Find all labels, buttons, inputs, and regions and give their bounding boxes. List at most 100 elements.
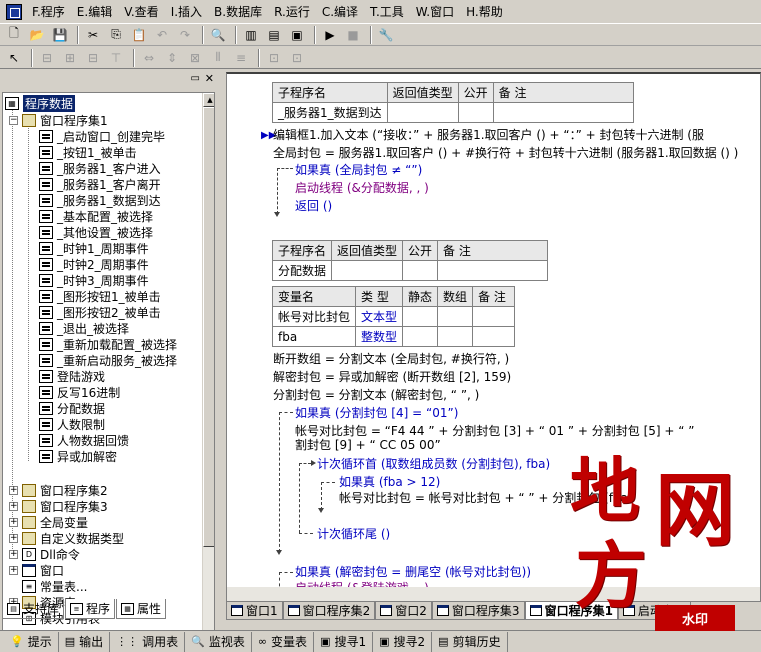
tree-window-set2[interactable]: + 窗口程序集2: [9, 482, 108, 498]
tree-subroutine-item[interactable]: 人物数据回馈: [39, 432, 129, 448]
file-tab-window1[interactable]: 窗口1: [226, 602, 283, 620]
table-cell[interactable]: [457, 102, 494, 123]
table-cell[interactable]: [472, 306, 516, 327]
code-line[interactable]: 割封包 [9] + “ CC 05 00”: [295, 437, 441, 453]
table-cell[interactable]: [492, 102, 634, 123]
tree-subroutine-item[interactable]: _退出_被选择: [39, 320, 129, 336]
run-icon[interactable]: ▶: [320, 26, 340, 44]
tree-subroutine-item[interactable]: 人数限制: [39, 416, 105, 432]
close-icon[interactable]: ✕: [205, 72, 214, 85]
code-line[interactable]: 如果真 (分割封包 [4] = “01”): [295, 405, 458, 421]
expand-icon[interactable]: +: [9, 533, 18, 543]
file-tab-assembly3[interactable]: 窗口程序集3: [431, 602, 525, 620]
code-line[interactable]: 计次循环尾 (): [317, 526, 390, 542]
tree-subroutine-item[interactable]: _时钟1_周期事件: [39, 240, 149, 256]
same-width-icon[interactable]: ⇔: [139, 49, 159, 67]
menu-view[interactable]: V.查看: [118, 3, 164, 20]
tree-window-set1[interactable]: − 窗口程序集1: [9, 112, 108, 128]
tab-variables[interactable]: ∞ 变量表: [252, 631, 315, 652]
tree-subroutine-item[interactable]: _时钟3_周期事件: [39, 272, 149, 288]
code-line[interactable]: 返回 (): [295, 198, 332, 214]
copy-icon[interactable]: ⎘: [106, 26, 126, 44]
tree-subroutine-item[interactable]: _图形按钮2_被单击: [39, 304, 161, 320]
menu-help[interactable]: H.帮助: [460, 3, 509, 20]
code-line[interactable]: 全局封包 = 服务器1.取回客户 () + #换行符 + 封包转十六进制 (服务…: [273, 145, 738, 161]
tab-search2[interactable]: ▣ 搜寻2: [373, 631, 433, 652]
tree-subroutine-item[interactable]: _时钟2_周期事件: [39, 256, 149, 272]
find-icon[interactable]: 🔍: [208, 26, 228, 44]
menu-tools[interactable]: T.工具: [364, 3, 410, 20]
menu-program[interactable]: F.程序: [26, 3, 71, 20]
tree-subroutine-item[interactable]: 分配数据: [39, 400, 105, 416]
align-center-icon[interactable]: ⊞: [60, 49, 80, 67]
pin-icon[interactable]: ▭: [191, 73, 200, 84]
tab-output[interactable]: ▤ 输出: [59, 631, 111, 652]
code-line[interactable]: 启动线程 (&分配数据, , ): [295, 180, 429, 196]
menu-window[interactable]: W.窗口: [410, 3, 460, 20]
tree-window[interactable]: + 窗口: [9, 562, 64, 578]
expand-icon[interactable]: +: [9, 549, 18, 559]
expand-icon[interactable]: +: [9, 517, 18, 527]
tree-root[interactable]: ▦ 程序数据: [5, 94, 76, 112]
tree-constants[interactable]: ≡ 常量表...: [22, 578, 87, 594]
tree-subroutine-item[interactable]: _服务器1_数据到达: [39, 192, 161, 208]
stop-icon[interactable]: ■: [343, 26, 363, 44]
table-cell[interactable]: _服务器1_数据到达: [272, 102, 388, 123]
expand-icon[interactable]: +: [9, 501, 18, 511]
menu-insert[interactable]: I.插入: [165, 3, 208, 20]
file-tab-window2[interactable]: 窗口2: [375, 602, 432, 620]
table-cell[interactable]: 整数型: [355, 326, 404, 347]
layout-bottom-icon[interactable]: ▤: [264, 26, 284, 44]
tab-watch[interactable]: 🔍 监视表: [185, 631, 252, 652]
same-size-icon[interactable]: ⊠: [185, 49, 205, 67]
new-file-icon[interactable]: 🗋: [4, 26, 24, 44]
code-line[interactable]: 如果真 (全局封包 ≠ “”): [295, 162, 422, 178]
table-cell[interactable]: [402, 260, 439, 281]
save-icon[interactable]: 💾: [50, 26, 70, 44]
table-cell[interactable]: 分配数据: [271, 260, 333, 281]
tab-support-library[interactable]: ▤ 支持库: [2, 599, 65, 619]
tree-subroutine-item[interactable]: 登陆游戏: [39, 368, 105, 384]
align-left-icon[interactable]: ⊟: [37, 49, 57, 67]
align-top-icon[interactable]: ⊤: [106, 49, 126, 67]
collapse-icon[interactable]: −: [9, 115, 18, 125]
tree-subroutine-item[interactable]: _按钮1_被单击: [39, 144, 137, 160]
space-h-icon[interactable]: ⫴: [208, 49, 228, 67]
table-cell[interactable]: [472, 326, 516, 347]
scroll-up-button[interactable]: ▲: [203, 93, 214, 107]
code-line[interactable]: 分割封包 = 分割文本 (解密封包, “ ”, ): [273, 387, 479, 403]
menu-run[interactable]: R.运行: [268, 3, 316, 20]
table-cell[interactable]: [437, 260, 549, 281]
align-right-icon[interactable]: ⊟: [83, 49, 103, 67]
tab-hint[interactable]: 💡 提示: [4, 631, 59, 652]
tree-scrollbar[interactable]: ▲: [202, 93, 214, 652]
table-cell[interactable]: [402, 306, 439, 327]
file-tab-assembly2[interactable]: 窗口程序集2: [282, 602, 376, 620]
table-cell[interactable]: [437, 326, 474, 347]
code-line[interactable]: 解密封包 = 异或加解密 (断开数组 [2], 159): [273, 369, 511, 385]
table-cell[interactable]: [437, 306, 474, 327]
open-folder-icon[interactable]: 📂: [27, 26, 47, 44]
table-cell[interactable]: 文本型: [355, 306, 404, 327]
menu-database[interactable]: B.数据库: [208, 3, 268, 20]
tree-subroutine-item[interactable]: _基本配置_被选择: [39, 208, 153, 224]
tree-window-set3[interactable]: + 窗口程序集3: [9, 498, 108, 514]
table-cell[interactable]: [331, 260, 404, 281]
expand-icon[interactable]: +: [9, 485, 18, 495]
tree-subroutine-item[interactable]: _服务器1_客户进入: [39, 160, 161, 176]
layout-left-icon[interactable]: ▥: [241, 26, 261, 44]
app-icon[interactable]: [6, 3, 22, 20]
layout-full-icon[interactable]: ▣: [287, 26, 307, 44]
same-height-icon[interactable]: ⇕: [162, 49, 182, 67]
code-line[interactable]: 如果真 (解密封包 = 删尾空 (帐号对比封包)): [295, 564, 531, 580]
tab-call-stack[interactable]: ⋮⋮ 调用表: [110, 631, 186, 652]
tree-subroutine-item[interactable]: _图形按钮1_被单击: [39, 288, 161, 304]
redo-icon[interactable]: ↷: [175, 26, 195, 44]
tree-custom-types[interactable]: + 自定义数据类型: [9, 530, 124, 546]
tab-search1[interactable]: ▣ 搜寻1: [314, 631, 374, 652]
scroll-thumb[interactable]: [203, 107, 214, 547]
tree-subroutine-item[interactable]: _重新启动服务_被选择: [39, 352, 177, 368]
table-cell[interactable]: fba: [271, 326, 357, 347]
tab-clipboard-history[interactable]: ▤ 剪辑历史: [432, 631, 508, 652]
center-h-icon[interactable]: ⊡: [264, 49, 284, 67]
